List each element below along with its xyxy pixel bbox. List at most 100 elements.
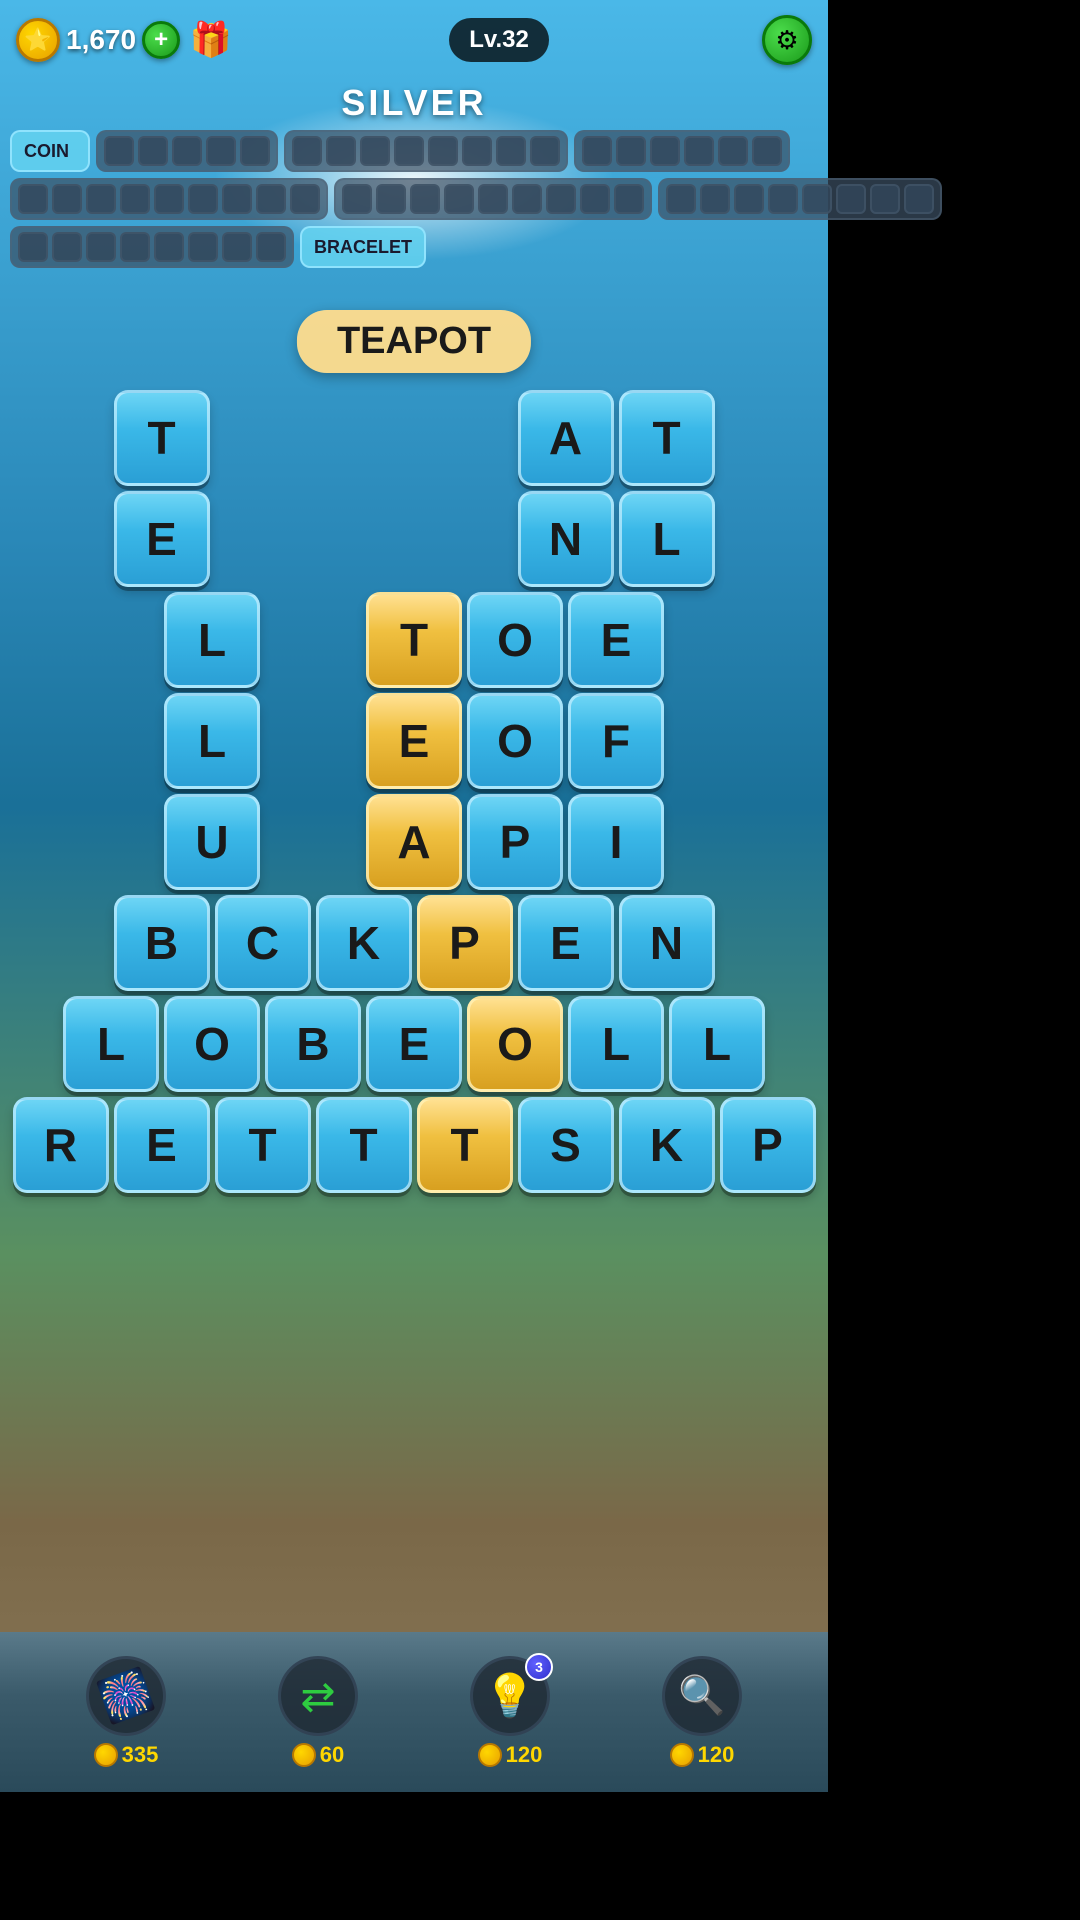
slot-letter [734, 184, 764, 214]
letter-tile-1-0[interactable]: E [114, 491, 210, 587]
slot-letter [188, 184, 218, 214]
letter-tile-5-4[interactable]: E [518, 895, 614, 991]
letter-tile-0-4[interactable]: A [518, 390, 614, 486]
letter-tile-6-5[interactable]: L [568, 996, 664, 1092]
letter-grid: TATENLLTOELEOFUAPIBCKPENLOBEOLLRETTTSKP [10, 390, 818, 1198]
letter-tile-7-6[interactable]: K [619, 1097, 715, 1193]
slot-letter [768, 184, 798, 214]
coin-icon: ⭐ [16, 18, 60, 62]
bottom-bar: 🎆 335 ⇄ 60 💡 3 120 🔍 120 [0, 1632, 828, 1792]
shuffle-cost: 60 [292, 1742, 344, 1768]
search-button[interactable]: 🔍 120 [662, 1656, 742, 1768]
level-badge: Lv.32 [449, 18, 549, 62]
letter-tile-1-4[interactable]: N [518, 491, 614, 587]
letter-tile-3-2[interactable]: E [366, 693, 462, 789]
coin-icon-small [292, 1743, 316, 1767]
letter-tile-2-3[interactable]: O [467, 592, 563, 688]
firework-button[interactable]: 🎆 335 [86, 1656, 166, 1768]
letter-tile-6-1[interactable]: O [164, 996, 260, 1092]
slot-row-1: COIN [10, 130, 818, 172]
coin-area: ⭐ 1,670 + 🎁 [16, 15, 236, 65]
slot-letter [478, 184, 508, 214]
word-slot-6 [334, 178, 652, 220]
slot-letter [222, 232, 252, 262]
letter-tile-3-0[interactable]: L [164, 693, 260, 789]
slot-letter [462, 136, 492, 166]
slot-letter [342, 184, 372, 214]
letter-tile-4-0[interactable]: U [164, 794, 260, 890]
slot-letter [870, 184, 900, 214]
coin-icon-small [478, 1743, 502, 1767]
letter-tile-7-2[interactable]: T [215, 1097, 311, 1193]
letter-tile-0-0[interactable]: T [114, 390, 210, 486]
letter-tile-6-4[interactable]: O [467, 996, 563, 1092]
letter-tile-7-4[interactable]: T [417, 1097, 513, 1193]
letter-tile-4-2[interactable]: A [366, 794, 462, 890]
grid-row-5: BCKPEN [10, 895, 818, 991]
slot-letter [52, 184, 82, 214]
firework-icon: 🎆 [86, 1656, 166, 1736]
letter-tile-5-5[interactable]: N [619, 895, 715, 991]
slot-letter [904, 184, 934, 214]
header: ⭐ 1,670 + 🎁 Lv.32 ⚙ [0, 0, 828, 80]
letter-tile-2-0[interactable]: L [164, 592, 260, 688]
grid-row-6: LOBEOLL [10, 996, 818, 1092]
grid-row-2: L TOE [10, 592, 818, 688]
letter-tile-5-0[interactable]: B [114, 895, 210, 991]
slot-letter [326, 136, 356, 166]
letter-tile-7-1[interactable]: E [114, 1097, 210, 1193]
letter-tile-6-3[interactable]: E [366, 996, 462, 1092]
slot-letter [188, 232, 218, 262]
slot-letter [206, 136, 236, 166]
hint-button[interactable]: 💡 3 120 [470, 1656, 550, 1768]
letter-tile-0-5[interactable]: T [619, 390, 715, 486]
slot-row-2 [10, 178, 818, 220]
letter-tile-1-5[interactable]: L [619, 491, 715, 587]
slot-letter [290, 184, 320, 214]
letter-tile-3-4[interactable]: F [568, 693, 664, 789]
letter-tile-5-2[interactable]: K [316, 895, 412, 991]
letter-tile-4-3[interactable]: P [467, 794, 563, 890]
letter-tile-7-3[interactable]: T [316, 1097, 412, 1193]
slot-letter [138, 136, 168, 166]
settings-button[interactable]: ⚙ [762, 15, 812, 65]
slot-letter [394, 136, 424, 166]
coin-count: 1,670 [66, 24, 136, 56]
add-coins-button[interactable]: + [142, 21, 180, 59]
slot-letter [52, 232, 82, 262]
slot-letter [802, 184, 832, 214]
slot-letter [684, 136, 714, 166]
letter-tile-5-1[interactable]: C [215, 895, 311, 991]
grid-row-3: L EOF [10, 693, 818, 789]
slot-letter [86, 232, 116, 262]
letter-tile-6-6[interactable]: L [669, 996, 765, 1092]
slot-letter [700, 184, 730, 214]
letter-tile-6-0[interactable]: L [63, 996, 159, 1092]
letter-tile-4-4[interactable]: I [568, 794, 664, 890]
slot-letter [360, 136, 390, 166]
gift-button[interactable]: 🎁 [186, 15, 236, 65]
slot-letter [718, 136, 748, 166]
word-slot-5 [10, 178, 328, 220]
word-slot-2 [96, 130, 278, 172]
letter-tile-6-2[interactable]: B [265, 996, 361, 1092]
letter-tile-7-0[interactable]: R [13, 1097, 109, 1193]
word-slot-bracelet: BRACELET [300, 226, 426, 268]
coin-icon-small [670, 1743, 694, 1767]
letter-tile-2-4[interactable]: E [568, 592, 664, 688]
word-slot-3 [284, 130, 568, 172]
letter-tile-7-5[interactable]: S [518, 1097, 614, 1193]
letter-tile-2-2[interactable]: T [366, 592, 462, 688]
grid-row-1: E NL [10, 491, 818, 587]
word-slot-coin: COIN [10, 130, 90, 172]
letter-tile-5-3[interactable]: P [417, 895, 513, 991]
slot-letter [104, 136, 134, 166]
grid-row-0: TAT [10, 390, 818, 486]
letter-tile-3-3[interactable]: O [467, 693, 563, 789]
shuffle-button[interactable]: ⇄ 60 [278, 1656, 358, 1768]
slot-letter [376, 184, 406, 214]
hint-badge: 3 [525, 1653, 553, 1681]
letter-tile-7-7[interactable]: P [720, 1097, 816, 1193]
slot-letter [666, 184, 696, 214]
word-slots: COIN [10, 130, 818, 268]
